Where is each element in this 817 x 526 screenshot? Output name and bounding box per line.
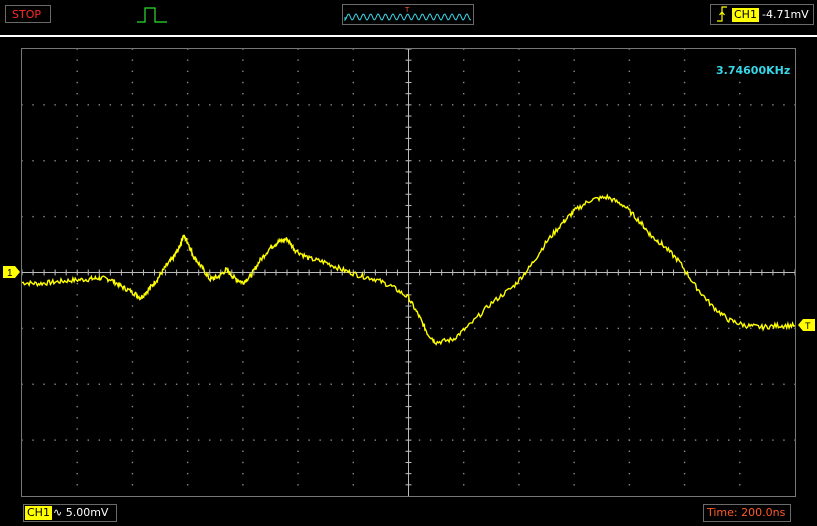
graticule: [22, 49, 795, 496]
ch1-volts-per-div: 5.00mV: [65, 506, 109, 519]
ch1-reference-marker[interactable]: 1: [3, 265, 21, 279]
ch1-scale: ∿ 5.00mV: [53, 506, 108, 520]
timebase-readout[interactable]: Time: 200.0ns: [703, 504, 791, 522]
overview-trigger-marker: T: [405, 7, 410, 14]
bottom-status-bar: [0, 500, 817, 526]
svg-text:T: T: [805, 321, 811, 331]
trigger-pulse-icon: [137, 7, 167, 23]
trigger-level: -4.71mV: [762, 8, 809, 21]
svg-text:1: 1: [7, 268, 13, 279]
trigger-channel-badge: CH1: [732, 8, 759, 22]
run-stop-indicator[interactable]: STOP: [5, 5, 51, 23]
trigger-level-marker[interactable]: T: [797, 318, 815, 332]
waveform-overview[interactable]: T: [342, 4, 474, 25]
ch1-scale-panel[interactable]: CH1 ∿ 5.00mV: [23, 504, 117, 522]
ch1-badge: CH1: [25, 506, 52, 520]
waveform-plot: [22, 49, 795, 496]
header-separator: [0, 35, 817, 37]
rising-edge-icon: [717, 6, 727, 22]
frequency-readout: 3.74600KHz: [716, 64, 791, 77]
overview-wave: T: [344, 7, 471, 22]
ac-coupling-icon: ∿: [53, 506, 63, 519]
